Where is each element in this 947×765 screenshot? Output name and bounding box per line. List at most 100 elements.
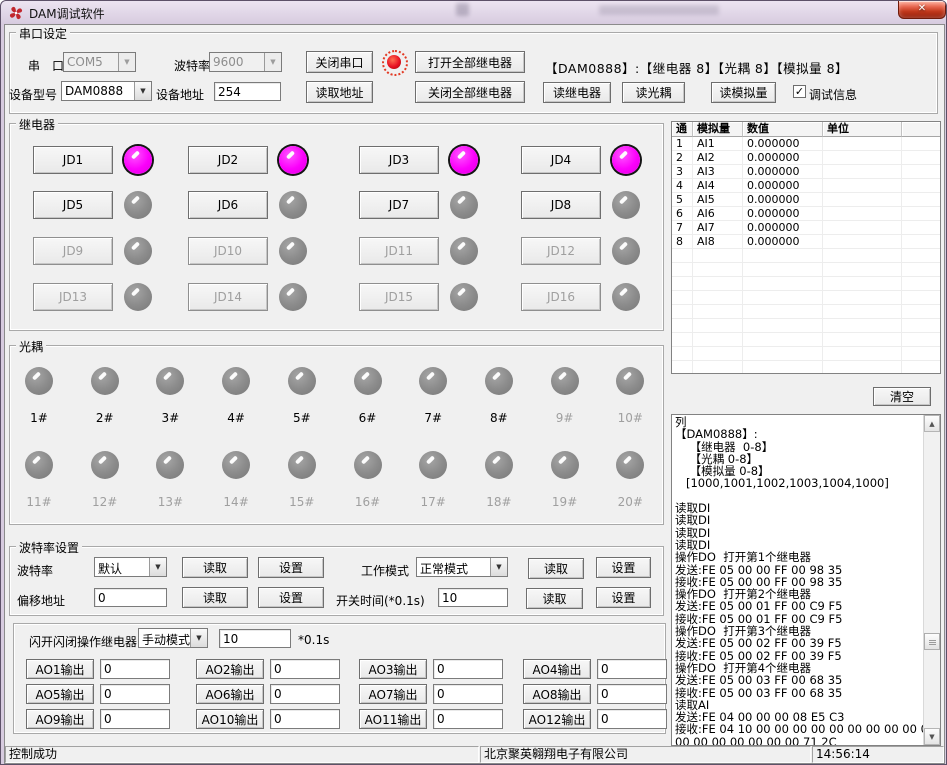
relay-button[interactable]: JD9 <box>33 237 113 265</box>
scroll-down-icon[interactable] <box>924 728 940 745</box>
clear-log-button[interactable]: 清空 <box>873 387 931 406</box>
close-all-relays-button[interactable]: 关闭全部继电器 <box>415 81 525 103</box>
read-analog-button[interactable]: 读模拟量 <box>711 82 776 103</box>
relay-button[interactable]: JD2 <box>188 146 268 174</box>
relay-button[interactable]: JD10 <box>188 237 268 265</box>
table-row-empty[interactable] <box>672 263 940 277</box>
ao-output-input[interactable] <box>270 709 340 729</box>
ao-output-button[interactable]: AO6输出 <box>196 684 264 704</box>
com-port-combo[interactable]: COM5 <box>63 52 136 72</box>
switch-time-read-button[interactable]: 读取 <box>526 588 583 609</box>
open-all-relays-button[interactable]: 打开全部继电器 <box>415 51 525 73</box>
table-row-empty[interactable] <box>672 291 940 305</box>
ao-output-button[interactable]: AO9输出 <box>26 709 94 729</box>
device-model-combo[interactable]: DAM0888 <box>61 81 152 101</box>
offset-address-input[interactable] <box>94 588 167 607</box>
ao-output-button[interactable]: AO11输出 <box>359 709 427 729</box>
chevron-down-icon[interactable] <box>134 82 151 100</box>
chevron-down-icon[interactable] <box>190 629 207 647</box>
table-row[interactable]: 1 AI1 0.000000 <box>672 137 940 151</box>
work-mode-read-button[interactable]: 读取 <box>528 558 584 579</box>
ao-output-button[interactable]: AO10输出 <box>196 709 264 729</box>
relay-button[interactable]: JD13 <box>33 283 113 311</box>
table-row[interactable]: 6 AI6 0.000000 <box>672 207 940 221</box>
ao-output-button[interactable]: AO7输出 <box>359 684 427 704</box>
table-row-empty[interactable] <box>672 319 940 333</box>
table-row-empty[interactable] <box>672 305 940 319</box>
analog-table-header-name[interactable]: 模拟量 <box>693 122 743 137</box>
table-row[interactable]: 8 AI8 0.000000 <box>672 235 940 249</box>
ao-output-button[interactable]: AO4输出 <box>523 659 591 679</box>
work-mode-combo[interactable]: 正常模式 <box>416 557 508 577</box>
offset-set-button[interactable]: 设置 <box>258 587 324 608</box>
ao-output-input[interactable] <box>100 684 170 704</box>
ao-output-button[interactable]: AO8输出 <box>523 684 591 704</box>
table-row-empty[interactable] <box>672 333 940 347</box>
ao-output-input[interactable] <box>597 684 667 704</box>
log-scrollbar[interactable] <box>923 415 940 745</box>
ao-output-button[interactable]: AO3输出 <box>359 659 427 679</box>
work-mode-set-button[interactable]: 设置 <box>596 557 651 578</box>
table-row[interactable]: 3 AI3 0.000000 <box>672 165 940 179</box>
relay-button[interactable]: JD15 <box>359 283 439 311</box>
ao-output-input[interactable] <box>597 659 667 679</box>
ao-output-input[interactable] <box>433 659 503 679</box>
device-address-input[interactable] <box>214 82 281 101</box>
relay-button[interactable]: JD4 <box>521 146 601 174</box>
table-row[interactable]: 2 AI2 0.000000 <box>672 151 940 165</box>
chevron-down-icon[interactable] <box>118 53 135 71</box>
relay-button[interactable]: JD11 <box>359 237 439 265</box>
ao-output-input[interactable] <box>270 684 340 704</box>
debug-info-checkbox[interactable] <box>793 85 806 98</box>
relay-button[interactable]: JD5 <box>33 191 113 219</box>
ao-output-input[interactable] <box>100 709 170 729</box>
analog-table-header-value[interactable]: 数值 <box>743 122 823 137</box>
read-opto-button[interactable]: 读光耦 <box>622 82 685 103</box>
switch-time-input[interactable] <box>438 588 508 607</box>
ao-output-input[interactable] <box>100 659 170 679</box>
ao-output-button[interactable]: AO12输出 <box>523 709 591 729</box>
table-row-empty[interactable] <box>672 347 940 361</box>
relay-button[interactable]: JD1 <box>33 146 113 174</box>
read-address-button[interactable]: 读取地址 <box>306 81 373 103</box>
table-row-empty[interactable] <box>672 361 940 374</box>
close-serial-button[interactable]: 关闭串口 <box>306 51 373 73</box>
table-row-empty[interactable] <box>672 277 940 291</box>
baud-set-combo[interactable]: 默认 <box>94 557 167 577</box>
switch-time-set-button[interactable]: 设置 <box>596 587 651 608</box>
offset-read-button[interactable]: 读取 <box>182 587 248 608</box>
ao-output-input[interactable] <box>433 709 503 729</box>
flash-mode-combo[interactable]: 手动模式 <box>138 628 208 648</box>
analog-table-header-channel[interactable]: 通 <box>672 122 693 137</box>
relay-button[interactable]: JD16 <box>521 283 601 311</box>
ao-output-input[interactable] <box>597 709 667 729</box>
ao-output-button[interactable]: AO5输出 <box>26 684 94 704</box>
flash-time-input[interactable] <box>219 629 291 648</box>
chevron-down-icon[interactable] <box>149 558 166 576</box>
relay-button[interactable]: JD14 <box>188 283 268 311</box>
relay-button[interactable]: JD3 <box>359 146 439 174</box>
relay-button[interactable]: JD6 <box>188 191 268 219</box>
chevron-down-icon[interactable] <box>490 558 507 576</box>
baudrate-combo[interactable]: 9600 <box>209 52 282 72</box>
read-relay-button[interactable]: 读继电器 <box>543 82 611 103</box>
relay-button[interactable]: JD8 <box>521 191 601 219</box>
analog-table-header-unit[interactable]: 单位 <box>823 122 902 137</box>
scroll-thumb[interactable] <box>924 633 940 650</box>
table-row[interactable]: 7 AI7 0.000000 <box>672 221 940 235</box>
scroll-up-icon[interactable] <box>924 415 940 432</box>
baud-set-button[interactable]: 设置 <box>258 557 324 578</box>
chevron-down-icon[interactable] <box>264 53 281 71</box>
ao-output-button[interactable]: AO1输出 <box>26 659 94 679</box>
ao-output-button[interactable]: AO2输出 <box>196 659 264 679</box>
relay-led-icon <box>124 237 152 265</box>
table-row[interactable]: 5 AI5 0.000000 <box>672 193 940 207</box>
relay-button[interactable]: JD12 <box>521 237 601 265</box>
relay-button[interactable]: JD7 <box>359 191 439 219</box>
table-row-empty[interactable] <box>672 249 940 263</box>
close-button[interactable] <box>898 1 946 19</box>
table-row[interactable]: 4 AI4 0.000000 <box>672 179 940 193</box>
ao-output-input[interactable] <box>433 684 503 704</box>
baud-read-button[interactable]: 读取 <box>182 557 248 578</box>
ao-output-input[interactable] <box>270 659 340 679</box>
